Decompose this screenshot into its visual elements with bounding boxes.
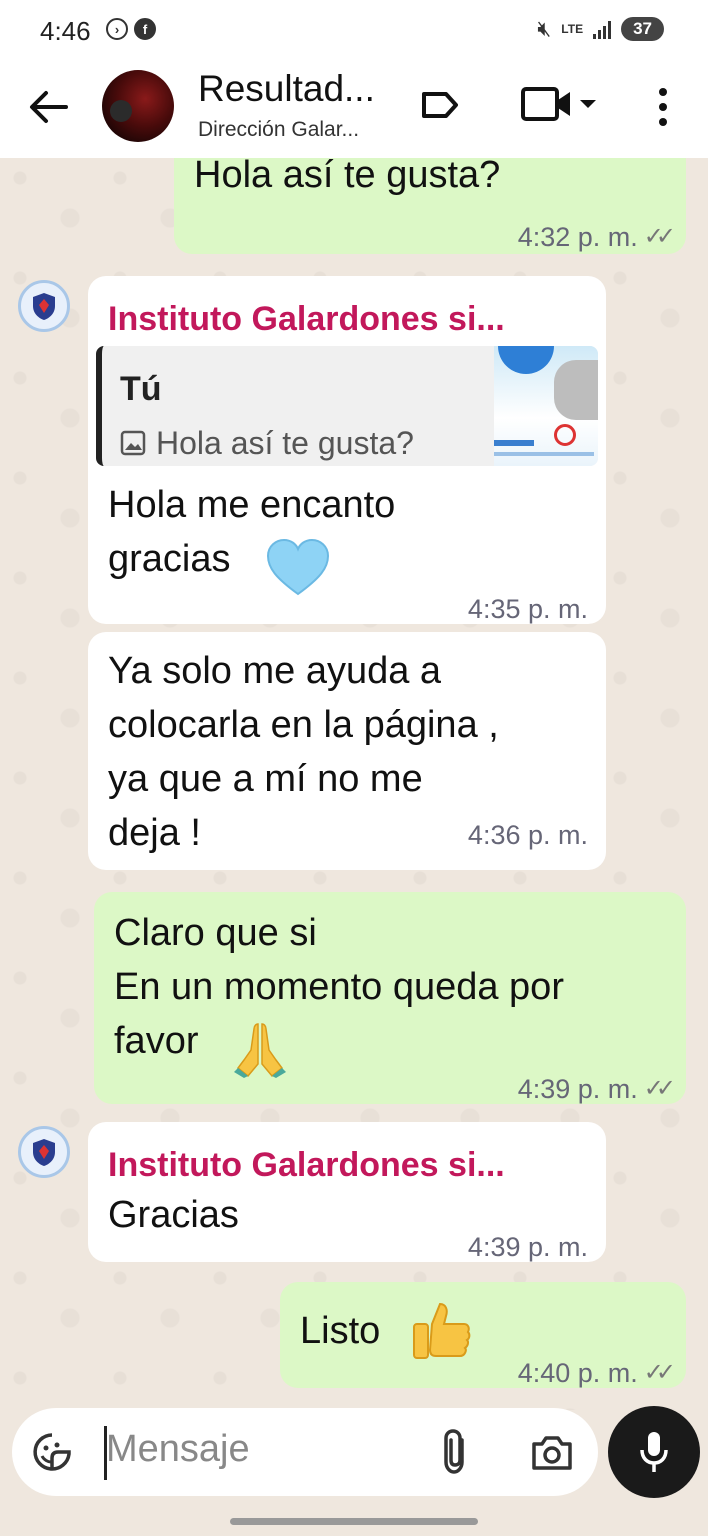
shield-icon xyxy=(33,1139,55,1166)
message-time: 4:35 p. m. xyxy=(467,594,588,624)
chat-header: Resultad... Dirección Galar... xyxy=(0,62,708,158)
sender-avatar[interactable] xyxy=(18,280,70,332)
sender-name: Instituto Galardones si... xyxy=(108,1146,505,1184)
message-time: 4:40 p. m. xyxy=(517,1358,638,1388)
microphone-icon xyxy=(640,1432,668,1472)
facebook-icon: f xyxy=(134,18,156,40)
quoted-image-thumbnail xyxy=(494,346,598,466)
home-indicator[interactable] xyxy=(230,1518,478,1525)
folded-hands-icon xyxy=(234,1023,286,1078)
read-ticks-icon: ✓✓ xyxy=(643,1359,676,1386)
message-time: 4:32 p. m. xyxy=(517,222,638,252)
status-bar: 4:46 › f 🔇︎ LTE 37 xyxy=(0,0,708,62)
message-outgoing[interactable]: Claro que si En un momento queda por fav… xyxy=(94,892,686,1104)
sync-icon: › xyxy=(106,18,128,40)
status-time: 4:46 xyxy=(40,16,91,46)
read-ticks-icon: ✓✓ xyxy=(643,223,676,250)
mute-icon: 🔇︎ xyxy=(537,16,552,41)
message-time: 4:39 p. m. xyxy=(467,1232,588,1262)
message-text: Hola así te gusta? xyxy=(194,158,501,196)
microphone-button[interactable] xyxy=(608,1406,700,1498)
message-time: 4:39 p. m. xyxy=(517,1074,638,1104)
chat-messages: Hola así te gusta? 4:32 p. m. ✓✓ Institu… xyxy=(0,158,708,1410)
message-incoming[interactable]: Ya solo me ayuda a colocarla en la págin… xyxy=(88,632,606,870)
label-icon[interactable] xyxy=(420,90,460,120)
message-meta: 4:32 p. m. ✓✓ xyxy=(517,210,676,264)
navigation-bar xyxy=(0,1500,708,1536)
message-text: Gracias xyxy=(108,1194,239,1236)
shield-icon xyxy=(33,293,55,320)
thumbs-up-icon xyxy=(413,1302,471,1359)
image-icon xyxy=(120,430,146,456)
attach-icon[interactable] xyxy=(440,1428,470,1476)
sender-avatar[interactable] xyxy=(18,1126,70,1178)
message-text: Listo xyxy=(300,1310,381,1352)
quoted-text-row: Hola así te gusta? xyxy=(120,416,414,466)
status-notification-icons: › f xyxy=(106,18,156,40)
message-time: 4:36 p. m. xyxy=(467,820,588,850)
quoted-text: Hola así te gusta? xyxy=(156,425,414,461)
light-blue-heart-icon xyxy=(266,538,330,596)
back-arrow-icon[interactable] xyxy=(26,84,72,130)
message-meta: 4:40 p. m. ✓✓ xyxy=(517,1346,676,1400)
chat-title[interactable]: Resultad... xyxy=(198,68,375,110)
quoted-author: Tú xyxy=(120,370,162,408)
message-input[interactable]: Mensaje xyxy=(106,1428,250,1471)
video-call-icon[interactable] xyxy=(520,86,600,124)
contact-avatar[interactable] xyxy=(102,70,174,142)
battery-level: 37 xyxy=(621,17,664,41)
message-meta: 4:39 p. m. xyxy=(468,1220,588,1274)
message-outgoing[interactable]: Listo 4:40 p. m. ✓✓ xyxy=(280,1282,686,1388)
emoji-sticker-icon[interactable] xyxy=(32,1432,72,1472)
read-ticks-icon: ✓✓ xyxy=(643,1075,676,1102)
message-text: Claro que si En un momento queda por fav… xyxy=(114,912,564,1062)
message-input-bar[interactable]: Mensaje xyxy=(12,1408,598,1496)
status-right-icons: 🔇︎ LTE 37 xyxy=(537,16,664,42)
chat-subtitle[interactable]: Dirección Galar... xyxy=(198,118,359,142)
quoted-message[interactable]: Tú Hola así te gusta? xyxy=(96,346,598,466)
camera-icon[interactable] xyxy=(530,1434,574,1472)
message-incoming[interactable]: Instituto Galardones si... Tú Hola así t… xyxy=(88,276,606,624)
message-outgoing[interactable]: Hola así te gusta? 4:32 p. m. ✓✓ xyxy=(174,158,686,254)
network-type: LTE xyxy=(561,22,584,36)
message-meta: 4:39 p. m. ✓✓ xyxy=(517,1062,676,1116)
sender-name: Instituto Galardones si... xyxy=(108,300,505,338)
message-meta: 4:35 p. m. xyxy=(468,582,588,636)
message-meta: 4:36 p. m. xyxy=(468,808,588,862)
signal-icon xyxy=(593,19,612,39)
message-incoming[interactable]: Instituto Galardones si... Gracias 4:39 … xyxy=(88,1122,606,1262)
more-options-icon[interactable] xyxy=(656,86,670,128)
